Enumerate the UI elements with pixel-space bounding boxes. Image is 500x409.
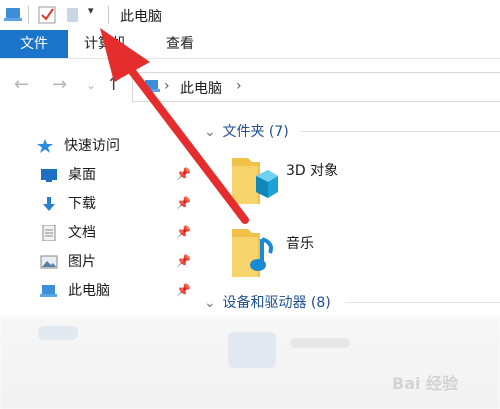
watermark: Bai 经验 [392, 374, 459, 393]
annotation-arrow [100, 28, 249, 224]
